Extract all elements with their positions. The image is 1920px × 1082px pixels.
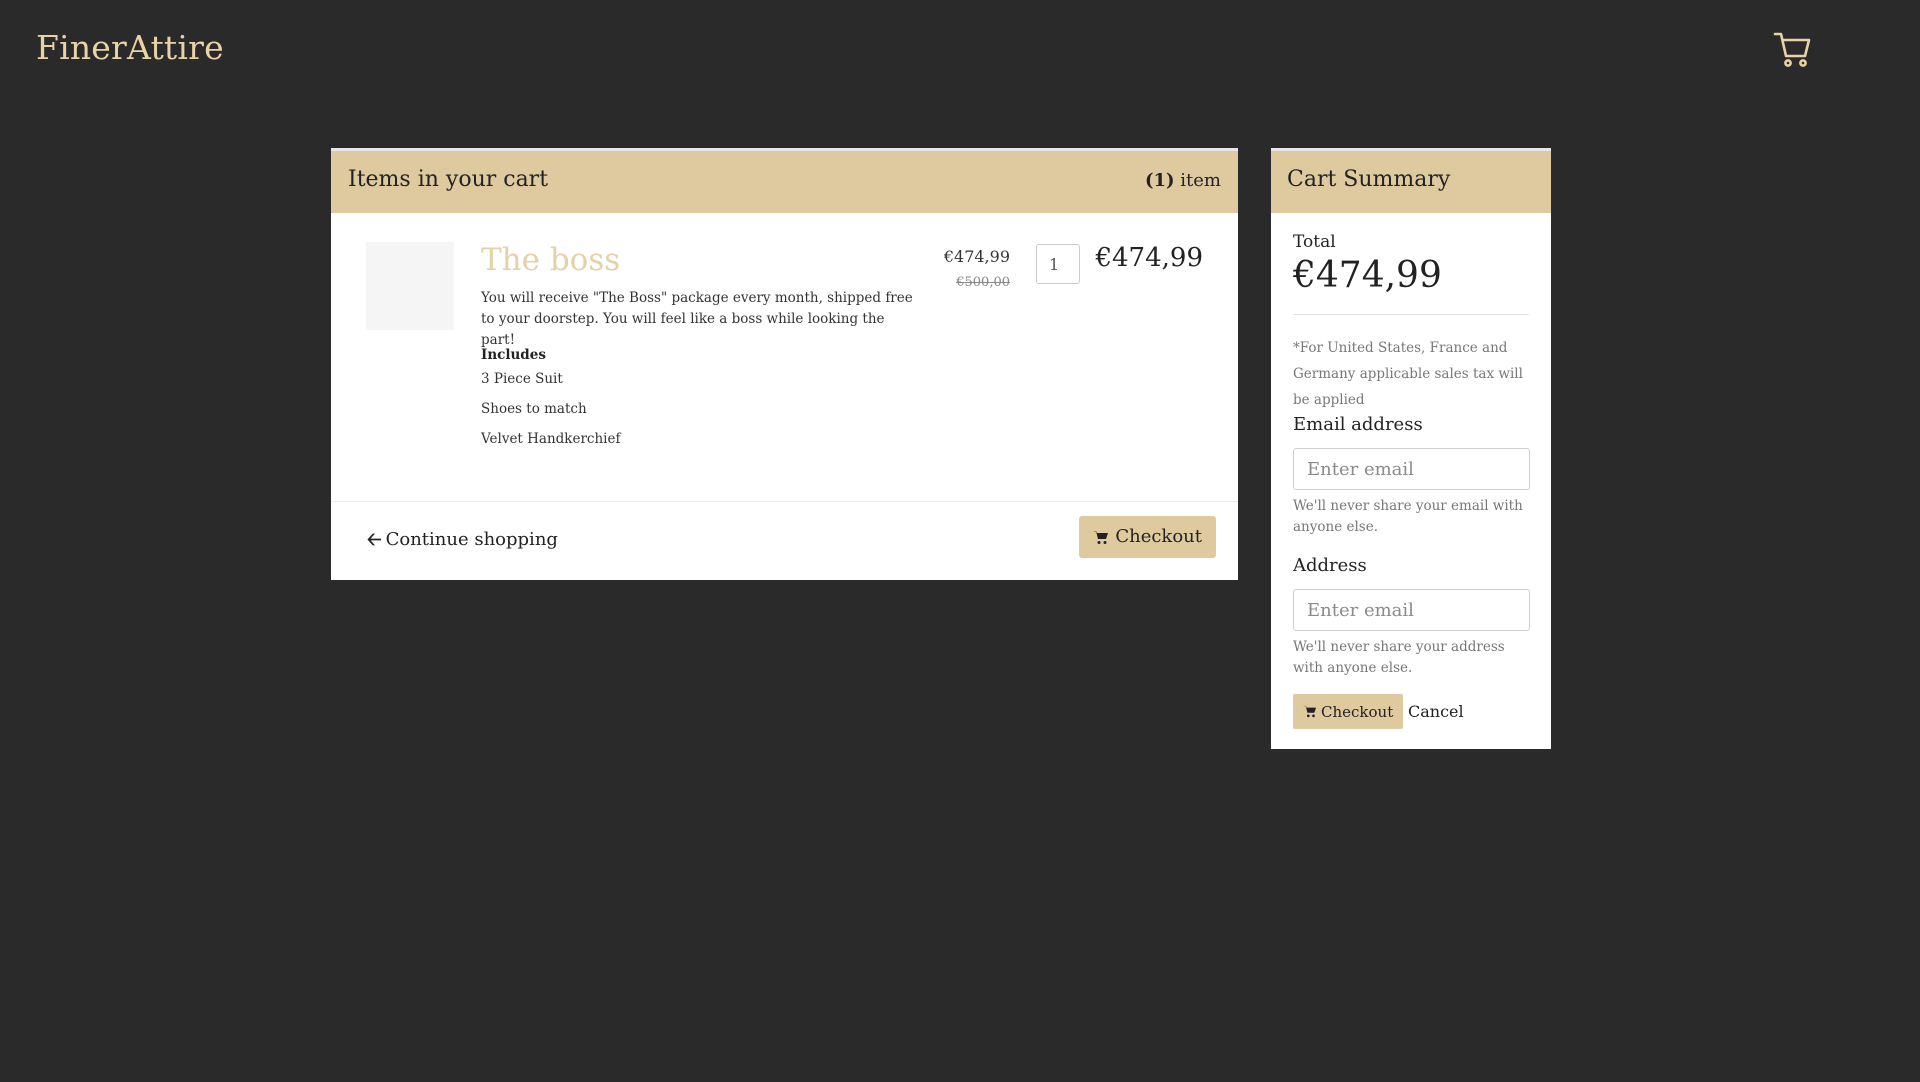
brand-logo[interactable]: FinerAttire bbox=[36, 28, 224, 67]
shopping-cart-icon[interactable] bbox=[1772, 28, 1814, 70]
panel-divider bbox=[331, 501, 1238, 502]
product-description: You will receive "The Boss" package ever… bbox=[481, 290, 913, 348]
summary-title: Cart Summary bbox=[1287, 167, 1451, 192]
tax-note: *For United States, France and Germany a… bbox=[1293, 340, 1523, 408]
includes-item: 3 Piece Suit bbox=[481, 371, 563, 387]
product-name[interactable]: The boss bbox=[481, 242, 620, 278]
includes-item: Shoes to match bbox=[481, 401, 587, 417]
includes-list: 3 Piece Suit Shoes to match Velvet Handk… bbox=[481, 369, 621, 459]
continue-shopping-label: Continue shopping bbox=[385, 529, 558, 550]
item-count-number: (1) bbox=[1145, 170, 1175, 191]
checkout-button[interactable]: Checkout bbox=[1079, 516, 1216, 558]
address-help-text: We'll never share your address with anyo… bbox=[1293, 639, 1505, 676]
includes-item: Velvet Handkerchief bbox=[481, 431, 621, 447]
cancel-link[interactable]: Cancel bbox=[1408, 702, 1464, 721]
includes-heading: Includes bbox=[481, 347, 546, 363]
summary-divider bbox=[1293, 314, 1529, 315]
checkout-label: Checkout bbox=[1115, 526, 1202, 547]
quantity-input[interactable] bbox=[1036, 244, 1080, 284]
shopping-cart-icon bbox=[1093, 530, 1109, 544]
email-field[interactable] bbox=[1293, 448, 1530, 490]
navbar: FinerAttire bbox=[0, 0, 1920, 100]
summary-checkout-label: Checkout bbox=[1321, 702, 1394, 721]
email-label: Email address bbox=[1293, 414, 1423, 435]
line-total: €474,99 bbox=[1095, 243, 1203, 273]
product-thumbnail[interactable] bbox=[366, 242, 454, 330]
cart-summary-panel: Cart Summary Total €474,99 *For United S… bbox=[1271, 148, 1551, 749]
address-label: Address bbox=[1293, 555, 1367, 576]
shopping-cart-icon bbox=[1303, 705, 1317, 718]
arrow-left-icon: 🡠 bbox=[367, 529, 382, 550]
cart-panel: Items in your cart (1) item The boss You… bbox=[331, 148, 1238, 580]
cart-panel-title: Items in your cart bbox=[348, 167, 549, 192]
old-price: €500,00 bbox=[956, 275, 1010, 290]
item-count: (1) item bbox=[1145, 170, 1221, 191]
address-field[interactable] bbox=[1293, 589, 1530, 631]
item-count-label: item bbox=[1174, 170, 1221, 191]
continue-shopping-link[interactable]: 🡠 Continue shopping bbox=[367, 527, 558, 557]
total-label: Total bbox=[1293, 232, 1336, 252]
total-value: €474,99 bbox=[1293, 255, 1442, 296]
unit-price: €474,99 bbox=[943, 247, 1010, 266]
email-help-text: We'll never share your email with anyone… bbox=[1293, 498, 1523, 535]
cart-panel-header: Items in your cart (1) item bbox=[331, 151, 1238, 213]
summary-checkout-button[interactable]: Checkout bbox=[1293, 694, 1404, 729]
summary-header: Cart Summary bbox=[1271, 151, 1551, 213]
